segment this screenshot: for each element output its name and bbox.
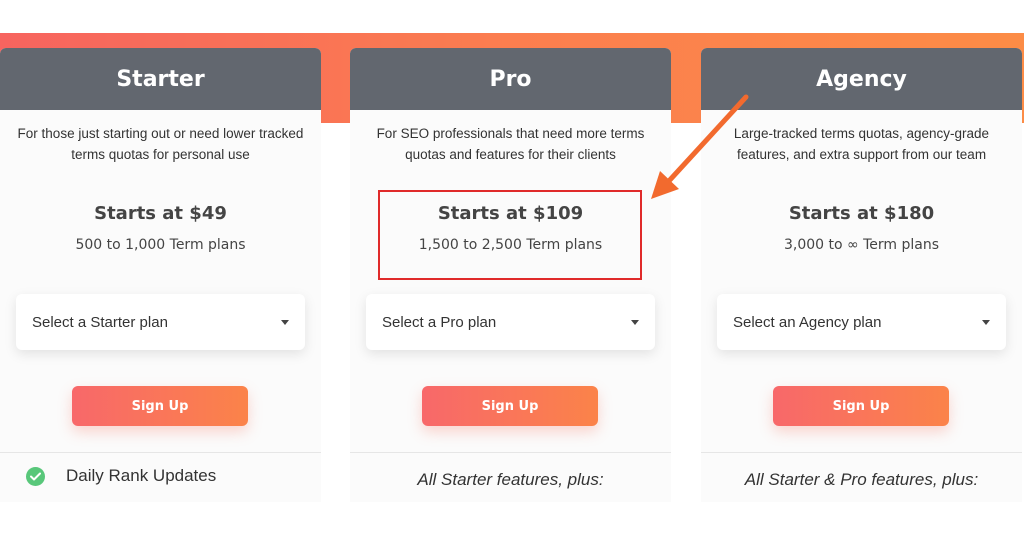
plan-term-range: 500 to 1,000 Term plans: [75, 237, 246, 253]
features-intro: All Starter & Pro features, plus:: [744, 470, 979, 489]
plan-select-value: Select an Agency plan: [733, 313, 882, 331]
plan-price: Starts at $180: [788, 203, 935, 224]
plan-price: Starts at $49: [94, 203, 227, 224]
plan-select-dropdown[interactable]: Select an Agency plan: [717, 294, 1006, 350]
divider: [350, 452, 671, 453]
check-circle-icon: [26, 466, 45, 486]
plan-title: Agency: [701, 48, 1022, 110]
chevron-down-icon: [631, 319, 639, 325]
plan-description: Large-tracked terms quotas, agency-grade…: [733, 126, 990, 162]
plan-select-dropdown[interactable]: Select a Pro plan: [366, 294, 655, 350]
plan-description: For those just starting out or need lowe…: [17, 126, 304, 162]
plan-term-range: 3,000 to ∞ Term plans: [783, 237, 940, 253]
plan-select-value: Select a Pro plan: [382, 313, 497, 331]
signup-button[interactable]: Sign Up: [72, 386, 248, 426]
plan-select-value: Select a Starter plan: [32, 313, 168, 331]
divider: [0, 452, 321, 453]
feature-label: Daily Rank Updates: [66, 466, 217, 485]
plan-card-starter: Starter For those just starting out or n…: [0, 48, 321, 502]
plan-select-dropdown[interactable]: Select a Starter plan: [16, 294, 305, 350]
chevron-down-icon: [982, 319, 990, 325]
signup-button[interactable]: Sign Up: [773, 386, 949, 426]
plan-description: For SEO professionals that need more ter…: [376, 126, 645, 162]
plan-card-agency: Agency Large-tracked terms quotas, agenc…: [701, 48, 1022, 502]
signup-button[interactable]: Sign Up: [422, 386, 598, 426]
highlight-annotation-box: [378, 190, 642, 280]
plan-title: Starter: [0, 48, 321, 110]
feature-item: Daily Rank Updates: [26, 466, 216, 486]
divider: [701, 452, 1022, 453]
page-footer-space: [0, 502, 1024, 536]
features-intro: All Starter features, plus:: [417, 470, 604, 489]
plan-title: Pro: [350, 48, 671, 110]
chevron-down-icon: [281, 319, 289, 325]
